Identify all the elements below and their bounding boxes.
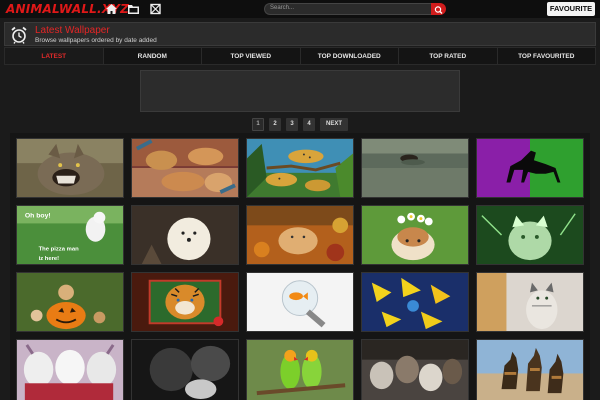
cats-image <box>132 139 238 197</box>
pumpkin-puppies-image <box>17 273 123 331</box>
page-4[interactable]: 4 <box>303 118 315 131</box>
wallpaper-thumb-bulb-fish[interactable] <box>246 272 354 332</box>
page-header: Latest Wallpaper Browse wallpapers order… <box>4 22 596 46</box>
puppy-image <box>132 206 238 264</box>
pagination: 1 2 3 4 NEXT <box>252 118 349 131</box>
wallpaper-thumb-three-kittens[interactable] <box>16 339 124 400</box>
tab-top-rated[interactable]: TOP RATED <box>399 48 498 64</box>
wallpaper-thumb-german-shepherds[interactable] <box>476 339 584 400</box>
kitten-image <box>477 273 583 331</box>
wallpaper-thumb-dark-dogs[interactable] <box>131 339 239 400</box>
wallpaper-thumb-cat-group[interactable] <box>361 339 469 400</box>
pizza-dog-image: Oh boy! The pizza man iz here! <box>17 206 123 264</box>
tiger-image <box>132 273 238 331</box>
caption-line-2: The pizza man <box>39 246 80 252</box>
german-shepherds-image <box>477 340 583 400</box>
wallpaper-thumb-dog-water[interactable] <box>361 138 469 198</box>
hamster-image <box>362 206 468 264</box>
wolf-image <box>17 139 123 197</box>
folder-icon[interactable] <box>127 3 140 15</box>
alarm-clock-icon <box>11 26 27 44</box>
lovebirds-image <box>247 340 353 400</box>
tab-top-favourited[interactable]: TOP FAVOURITED <box>498 48 596 64</box>
wallpaper-thumb-pizza-dog[interactable]: Oh boy! The pizza man iz here! <box>16 205 124 265</box>
tab-latest[interactable]: LATEST <box>5 48 104 64</box>
favourite-button[interactable]: FAVOURITE <box>547 2 595 16</box>
horse-image <box>477 139 583 197</box>
caption-line-3: iz here! <box>39 256 60 262</box>
next-page-button[interactable]: NEXT <box>320 118 349 131</box>
wallpaper-thumb-glowing-cat[interactable] <box>476 205 584 265</box>
top-bar: ANIMALWALL.XYZ Search... FAVOURITE <box>0 0 600 18</box>
wallpaper-thumb-cat-leaves[interactable] <box>246 205 354 265</box>
wallpaper-thumb-lovebirds[interactable] <box>246 339 354 400</box>
search-input[interactable]: Search... <box>264 3 431 15</box>
page-title: Latest Wallpaper <box>35 25 110 36</box>
cat-group-image <box>362 340 468 400</box>
page-1[interactable]: 1 <box>252 118 264 131</box>
caption-line-1: Oh boy! <box>25 213 51 220</box>
wallpaper-thumb-white-puppy[interactable] <box>131 205 239 265</box>
page-3[interactable]: 3 <box>286 118 298 131</box>
glowing-cat-image <box>477 206 583 264</box>
butterflies-image <box>362 273 468 331</box>
cat-leaves-image <box>247 206 353 264</box>
tab-top-viewed[interactable]: TOP VIEWED <box>202 48 301 64</box>
search-button[interactable] <box>431 3 446 15</box>
wallpaper-thumb-hamster[interactable] <box>361 205 469 265</box>
wallpaper-thumb-cats-bed[interactable] <box>131 138 239 198</box>
bulb-fish-image <box>247 273 353 331</box>
ad-placeholder <box>140 70 460 112</box>
wallpaper-thumb-tiger-frame[interactable] <box>131 272 239 332</box>
tab-top-downloaded[interactable]: TOP DOWNLOADED <box>301 48 399 64</box>
wallpaper-thumb-kitten[interactable] <box>476 272 584 332</box>
sort-tabs: LATEST RANDOM TOP VIEWED TOP DOWNLOADED … <box>4 47 596 65</box>
wallpaper-thumb-pumpkin-puppies[interactable] <box>16 272 124 332</box>
dog-water-image <box>362 139 468 197</box>
home-icon[interactable] <box>105 3 118 15</box>
page-2[interactable]: 2 <box>269 118 281 131</box>
wallpaper-thumb-wolf[interactable] <box>16 138 124 198</box>
dark-dogs-image <box>132 340 238 400</box>
wallpaper-thumb-horse[interactable] <box>476 138 584 198</box>
wallpaper-thumb-butterflies[interactable] <box>361 272 469 332</box>
page-subtitle: Browse wallpapers ordered by date added <box>35 37 157 44</box>
wallpaper-thumb-leopards[interactable] <box>246 138 354 198</box>
search-icon <box>434 6 443 14</box>
leopards-image <box>247 139 353 197</box>
three-kittens-image <box>17 340 123 400</box>
tab-random[interactable]: RANDOM <box>104 48 202 64</box>
random-icon[interactable] <box>149 3 162 15</box>
